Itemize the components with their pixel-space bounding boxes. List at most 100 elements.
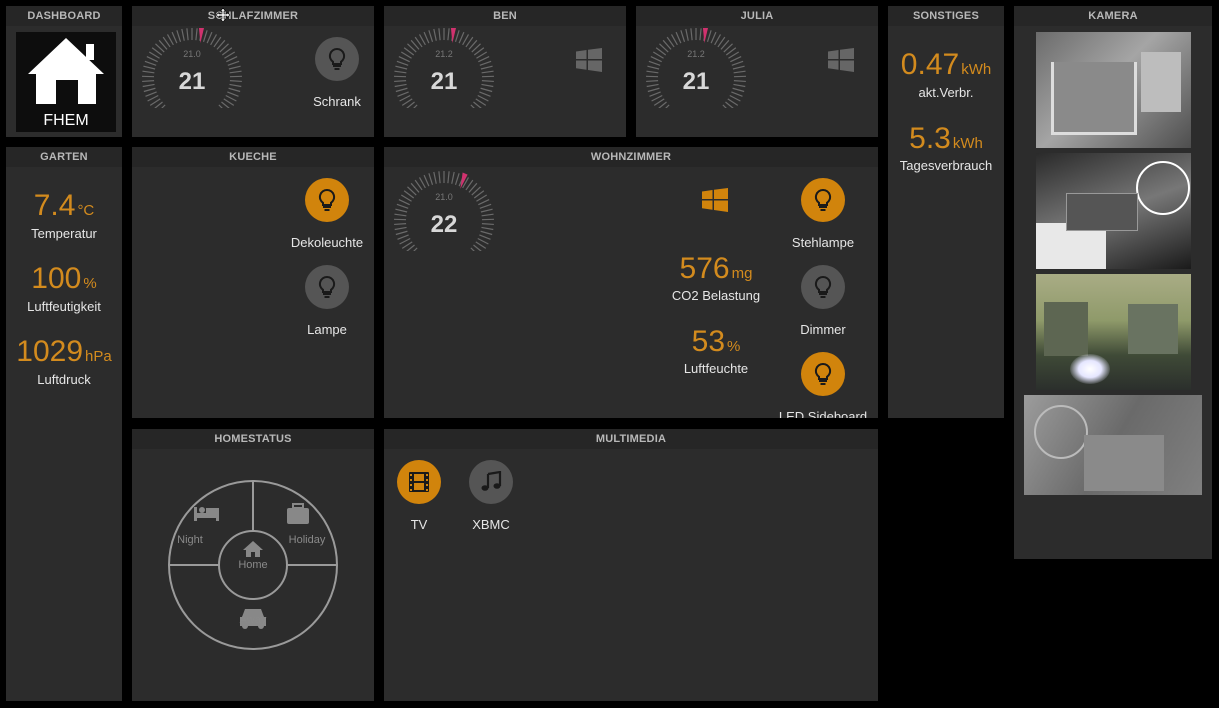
gauge-tick xyxy=(479,203,492,209)
power-daily-label: Tagesverbrauch xyxy=(899,158,993,173)
gauge-tick xyxy=(710,31,717,44)
value-number: 0.47 xyxy=(900,48,960,81)
panel-title: SONSTIGES xyxy=(888,6,1004,26)
value-number: 100 xyxy=(31,262,82,295)
garden-temperature-label: Temperatur xyxy=(31,226,97,241)
dekoleuchte-light-button[interactable] xyxy=(305,178,349,222)
panel-kueche: KUECHE Dekoleuchte Lampe xyxy=(132,147,374,418)
gauge-tick xyxy=(680,30,686,42)
move-cursor-icon xyxy=(216,8,230,22)
co2-label: CO2 Belastung xyxy=(671,288,761,303)
panel-title: SCHLAFZIMMER xyxy=(132,6,374,26)
suitcase-icon xyxy=(287,503,309,524)
panel-wohnzimmer: WOHNZIMMER 21.0 22 576 mg CO2 Belastung 5… xyxy=(384,147,878,418)
gauge-value: 21 xyxy=(682,68,710,95)
panel-kamera: KAMERA xyxy=(1014,6,1212,559)
thermostat-gauge[interactable]: 21.0 22 xyxy=(392,171,496,257)
gauge-tick xyxy=(176,30,182,42)
fhem-logo[interactable]: FHEM xyxy=(16,32,116,132)
gauge-tick xyxy=(651,94,663,102)
gauge-setpoint: 21.2 xyxy=(687,49,705,59)
gauge-tick xyxy=(418,34,426,46)
thermostat-gauge[interactable]: 21.2 21 xyxy=(644,26,748,114)
value-unit: hPa xyxy=(85,348,112,365)
lightbulb-icon xyxy=(318,189,336,211)
value-number: 576 xyxy=(679,252,730,285)
homestatus-night[interactable]: Night xyxy=(168,534,212,546)
value-unit: °C xyxy=(77,202,95,219)
film-icon xyxy=(409,472,429,492)
camera-image-1[interactable] xyxy=(1036,32,1191,148)
gauge-tick xyxy=(396,203,409,209)
window-icon[interactable] xyxy=(702,188,728,212)
power-current-label: akt.Verbr. xyxy=(918,85,974,100)
gauge-tick xyxy=(454,30,460,42)
living-humidity-value: 53% xyxy=(652,325,780,359)
tv-button[interactable] xyxy=(397,460,441,504)
window-icon[interactable] xyxy=(576,48,602,72)
panel-title: KAMERA xyxy=(1014,6,1212,26)
gauge-tick xyxy=(227,60,240,66)
gauge-value: 21 xyxy=(430,68,458,95)
gauge-tick xyxy=(428,173,434,185)
panel-title: MULTIMEDIA xyxy=(384,429,878,449)
camera-image-2[interactable] xyxy=(1036,153,1191,269)
panel-schlafzimmer: SCHLAFZIMMER 21.0 21 Schrank xyxy=(132,6,374,137)
gauge-tick xyxy=(438,28,441,41)
gauge-tick xyxy=(438,171,441,184)
value-number: 1029 xyxy=(16,335,84,368)
gauge-tick xyxy=(447,171,450,184)
value-unit: kWh xyxy=(952,135,983,152)
value-unit: % xyxy=(727,338,741,355)
gauge-tick xyxy=(147,94,159,102)
homestatus-holiday[interactable]: Holiday xyxy=(282,534,332,546)
xbmc-button[interactable] xyxy=(469,460,513,504)
gauge-tick xyxy=(714,34,722,46)
gauge-tick xyxy=(447,28,450,41)
led-sideboard-label: LED Sideboard xyxy=(778,409,868,418)
music-note-icon xyxy=(481,471,502,491)
schrank-light-button[interactable] xyxy=(315,37,359,81)
led-sideboard-light-button[interactable] xyxy=(801,352,845,396)
homestatus-selector[interactable] xyxy=(132,449,374,701)
stehlampe-label: Stehlampe xyxy=(791,235,855,250)
stehlampe-light-button[interactable] xyxy=(801,178,845,222)
panel-title: WOHNZIMMER xyxy=(384,147,878,167)
gauge-tick xyxy=(181,28,185,41)
gauge-tick xyxy=(462,34,470,46)
xbmc-label: XBMC xyxy=(472,517,510,532)
thermostat-gauge[interactable]: 21.2 21 xyxy=(392,26,496,114)
gauge-tick xyxy=(423,31,430,44)
panel-title: BEN xyxy=(384,6,626,26)
gauge-tick xyxy=(433,28,437,41)
garden-pressure-value: 1029 hPa xyxy=(6,335,122,369)
gauge-tick xyxy=(685,28,689,41)
camera-image-3[interactable] xyxy=(1036,274,1191,390)
gauge-tick xyxy=(675,31,682,44)
thermostat-gauge[interactable]: 21.0 21 xyxy=(140,26,244,114)
gauge-tick xyxy=(458,31,465,44)
garden-humidity-label: Luftfeutigkeit xyxy=(27,299,101,314)
camera-image-4[interactable] xyxy=(1024,395,1202,495)
lampe-light-button[interactable] xyxy=(305,265,349,309)
gauge-tick xyxy=(729,94,741,102)
panel-garten: GARTEN 7.4 °C Temperatur 100% Luftfeutigk… xyxy=(6,147,122,701)
gauge-tick xyxy=(171,31,178,44)
dimmer-light-button[interactable] xyxy=(801,265,845,309)
gauge-tick xyxy=(454,173,460,185)
homestatus-away[interactable]: Away xyxy=(233,614,273,626)
window-icon[interactable] xyxy=(828,48,854,72)
gauge-tick xyxy=(451,171,455,184)
homestatus-home[interactable]: Home xyxy=(233,559,273,571)
garden-pressure-label: Luftdruck xyxy=(37,372,91,387)
gauge-tick xyxy=(428,30,434,42)
gauge-value: 22 xyxy=(430,211,458,238)
lightbulb-icon xyxy=(814,276,832,298)
lightbulb-icon xyxy=(814,363,832,385)
gauge-tick xyxy=(670,34,678,46)
gauge-tick xyxy=(477,94,489,102)
home-icon xyxy=(243,541,263,557)
value-unit: % xyxy=(83,275,97,292)
gauge-tick xyxy=(731,60,744,66)
gauge-tick xyxy=(206,31,213,44)
